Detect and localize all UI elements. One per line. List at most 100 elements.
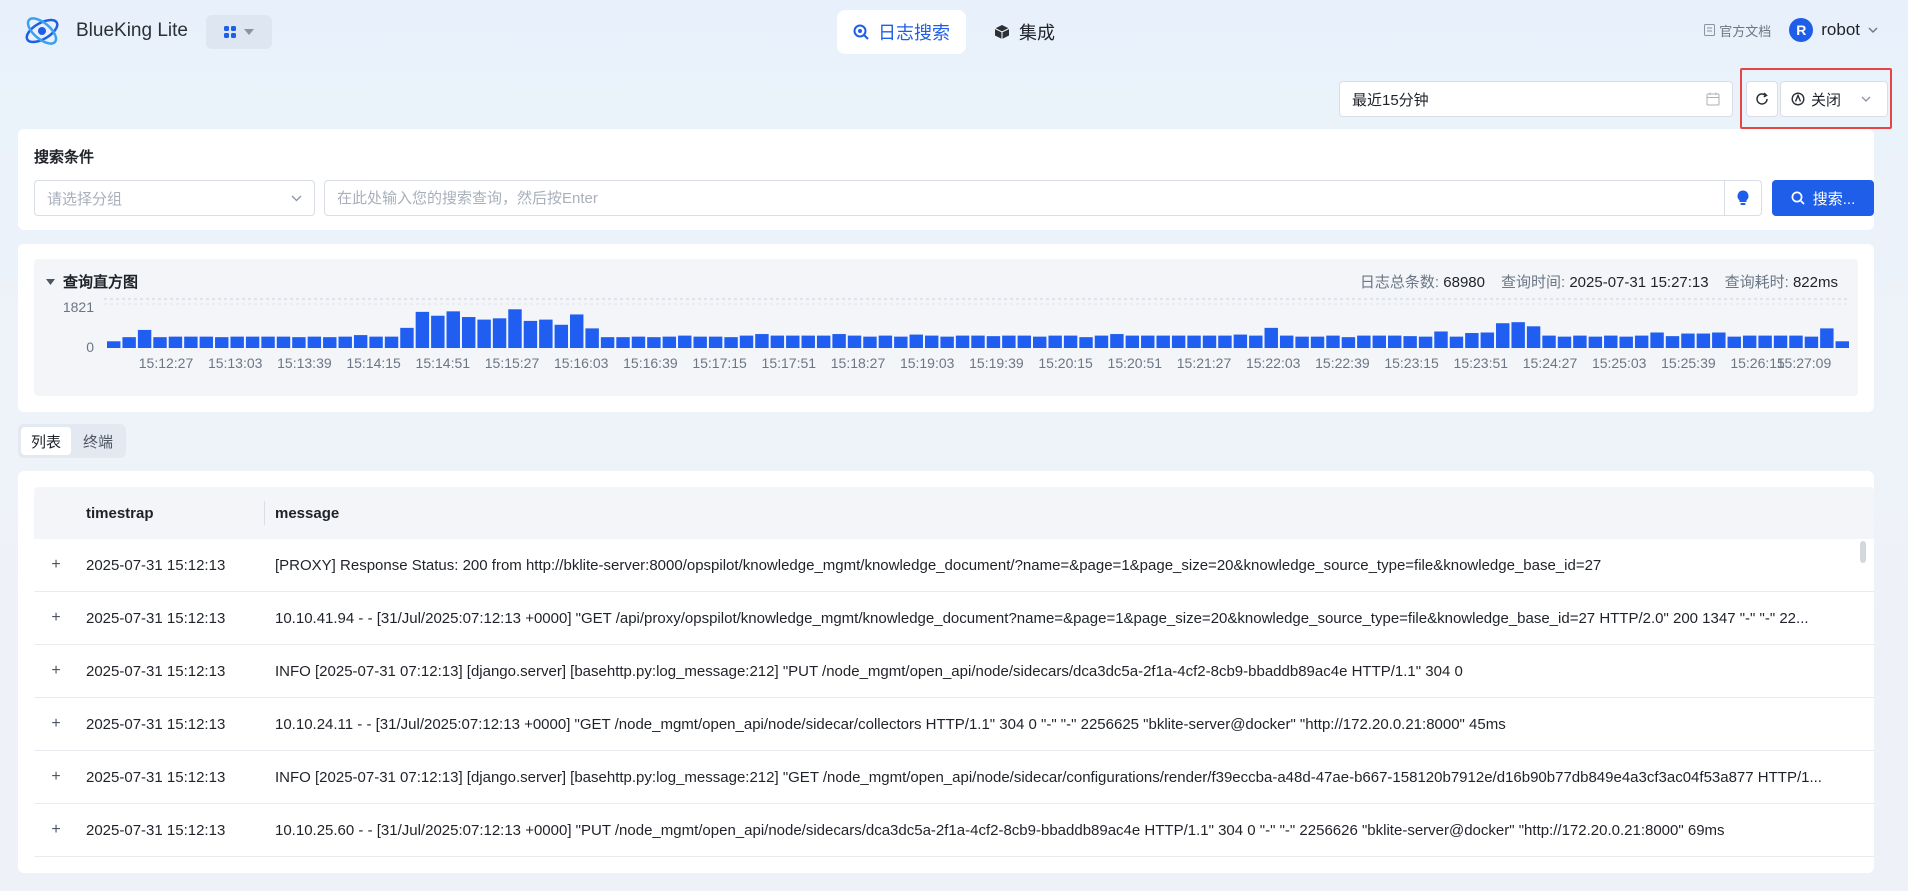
- expand-icon[interactable]: +: [48, 715, 64, 732]
- brand-logo[interactable]: BlueKing Lite: [22, 14, 188, 48]
- search-button[interactable]: 搜索...: [1772, 180, 1874, 216]
- histogram-bar[interactable]: [662, 336, 677, 348]
- histogram-bar[interactable]: [292, 337, 306, 348]
- column-header-timestamp[interactable]: timestrap: [86, 505, 154, 522]
- histogram-bar[interactable]: [863, 336, 877, 348]
- histogram-bar[interactable]: [1789, 335, 1803, 348]
- histogram-bar[interactable]: [477, 319, 491, 348]
- histogram-bar[interactable]: [245, 336, 260, 348]
- expand-icon[interactable]: +: [48, 821, 64, 838]
- histogram-bar[interactable]: [323, 337, 337, 348]
- histogram-bar[interactable]: [1604, 335, 1618, 348]
- docs-link[interactable]: 官方文档: [1704, 21, 1771, 40]
- histogram-bar[interactable]: [909, 334, 923, 348]
- group-select[interactable]: 请选择分组: [34, 180, 315, 216]
- histogram-bar[interactable]: [338, 336, 352, 348]
- histogram-bar[interactable]: [168, 336, 183, 348]
- histogram-bar[interactable]: [1017, 335, 1032, 348]
- histogram-bar[interactable]: [1665, 336, 1680, 348]
- histogram-bar[interactable]: [215, 337, 229, 348]
- histogram-bar[interactable]: [353, 335, 368, 348]
- histogram-bar[interactable]: [1156, 335, 1170, 348]
- histogram-bar[interactable]: [492, 318, 507, 348]
- histogram-bar[interactable]: [1326, 335, 1340, 348]
- histogram-bar[interactable]: [1557, 336, 1572, 348]
- histogram-bar[interactable]: [1403, 336, 1417, 348]
- nav-integration[interactable]: 集成: [978, 10, 1071, 54]
- histogram-bar[interactable]: [1063, 335, 1078, 348]
- histogram-bar[interactable]: [523, 320, 538, 348]
- histogram-bar[interactable]: [1264, 327, 1278, 348]
- histogram-bar[interactable]: [1125, 335, 1140, 348]
- histogram-bar[interactable]: [724, 337, 738, 348]
- histogram-bar[interactable]: [1511, 322, 1525, 348]
- histogram-bar[interactable]: [184, 336, 198, 348]
- histogram-bar[interactable]: [1742, 335, 1757, 348]
- histogram-bar[interactable]: [955, 335, 970, 348]
- histogram-bar[interactable]: [1465, 333, 1479, 348]
- histogram-bar[interactable]: [801, 335, 815, 348]
- histogram-bar[interactable]: [1372, 335, 1386, 348]
- histogram-bar[interactable]: [446, 311, 460, 348]
- histogram-bar[interactable]: [1696, 333, 1711, 348]
- refresh-button[interactable]: [1746, 81, 1778, 117]
- histogram-bar[interactable]: [693, 336, 707, 348]
- histogram-bar[interactable]: [1526, 326, 1541, 348]
- histogram-bar[interactable]: [986, 336, 1001, 348]
- histogram-bar[interactable]: [1295, 336, 1309, 348]
- search-query-input[interactable]: [324, 180, 1743, 216]
- histogram-bar[interactable]: [1804, 336, 1819, 348]
- expand-icon[interactable]: +: [48, 662, 64, 679]
- histogram-bar[interactable]: [1588, 336, 1603, 348]
- histogram-bar[interactable]: [122, 337, 136, 348]
- histogram-bar[interactable]: [1341, 337, 1356, 348]
- histogram-bar[interactable]: [1357, 335, 1371, 348]
- histogram-bar[interactable]: [1820, 328, 1834, 348]
- histogram-bar[interactable]: [600, 337, 615, 348]
- histogram-bar[interactable]: [1233, 334, 1248, 348]
- query-tips-button[interactable]: [1724, 180, 1762, 216]
- histogram-bar[interactable]: [786, 335, 800, 348]
- table-row[interactable]: + 2025-07-31 15:12:13 [PROXY] Response S…: [34, 539, 1874, 592]
- table-row[interactable]: + 2025-07-31 15:12:13 10.10.24.11 - - [3…: [34, 698, 1874, 751]
- histogram-bar[interactable]: [1218, 335, 1232, 348]
- histogram-bar[interactable]: [755, 334, 769, 348]
- histogram-bar[interactable]: [1712, 332, 1726, 348]
- histogram-bar[interactable]: [647, 337, 661, 348]
- app-switcher[interactable]: [206, 15, 272, 49]
- tab-terminal[interactable]: 终端: [73, 427, 123, 455]
- histogram-bar[interactable]: [1079, 337, 1093, 348]
- histogram-bar[interactable]: [1094, 335, 1109, 348]
- histogram-bar[interactable]: [461, 317, 476, 348]
- histogram-bar[interactable]: [1619, 336, 1633, 348]
- histogram-bar[interactable]: [276, 336, 291, 348]
- histogram-bar[interactable]: [1542, 335, 1556, 348]
- histogram-bar[interactable]: [369, 336, 383, 348]
- column-header-message[interactable]: message: [275, 505, 339, 522]
- histogram-bar[interactable]: [585, 328, 599, 348]
- histogram-bar[interactable]: [230, 336, 244, 348]
- column-divider[interactable]: [264, 501, 265, 525]
- histogram-bar[interactable]: [894, 336, 908, 348]
- histogram-bar[interactable]: [384, 336, 399, 348]
- histogram-bar[interactable]: [1480, 332, 1495, 348]
- histogram-bar[interactable]: [1202, 335, 1217, 348]
- histogram-bar[interactable]: [431, 315, 445, 348]
- table-row[interactable]: + 2025-07-31 15:12:13 INFO [2025-07-31 0…: [34, 751, 1874, 804]
- expand-icon[interactable]: +: [48, 609, 64, 626]
- histogram-bar[interactable]: [816, 335, 831, 348]
- histogram-bar[interactable]: [631, 336, 646, 348]
- histogram-bar[interactable]: [554, 324, 569, 348]
- histogram-bar[interactable]: [1048, 335, 1062, 348]
- histogram-bar[interactable]: [1141, 335, 1155, 348]
- histogram-bar[interactable]: [1650, 332, 1664, 348]
- histogram-bar[interactable]: [1573, 335, 1587, 348]
- histogram-bar[interactable]: [924, 335, 939, 348]
- histogram-bar[interactable]: [1634, 335, 1649, 348]
- table-row[interactable]: + 2025-07-31 15:12:13 INFO [2025-07-31 0…: [34, 645, 1874, 698]
- table-row[interactable]: + 2025-07-31 15:12:13 10.10.25.60 - - [3…: [34, 804, 1874, 857]
- histogram-bar[interactable]: [261, 336, 275, 348]
- histogram-bar[interactable]: [307, 336, 322, 348]
- expand-icon[interactable]: +: [48, 768, 64, 785]
- histogram-bar[interactable]: [1727, 336, 1741, 348]
